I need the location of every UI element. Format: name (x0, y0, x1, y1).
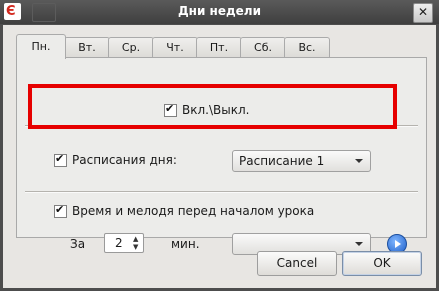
ok-button[interactable]: OK (342, 251, 422, 276)
schedule-checkbox[interactable] (54, 152, 67, 167)
highlight-frame (28, 84, 397, 129)
dialog-window: Є Дни недели ✕ Пн. Вт. Ср. Чт. Пт. Сб. В… (0, 0, 439, 291)
close-button[interactable]: ✕ (413, 3, 433, 23)
close-icon: ✕ (417, 5, 429, 19)
minutes-value: 2 (115, 236, 123, 250)
tab-wednesday[interactable]: Ср. (108, 37, 154, 58)
window-title: Дни недели (177, 4, 262, 18)
spin-down-icon[interactable]: ▼ (133, 243, 141, 251)
ok-label: OK (373, 256, 391, 270)
spin-up-icon[interactable]: ▲ (133, 235, 141, 243)
tab-tuesday[interactable]: Вт. (64, 37, 110, 58)
schedule-label: Расписания дня: (72, 153, 177, 167)
minutes-prefix: За (70, 237, 86, 251)
tab-friday[interactable]: Пт. (196, 37, 242, 58)
cancel-button[interactable]: Cancel (257, 251, 337, 276)
schedule-select[interactable]: Расписание 1 (232, 150, 371, 172)
tab-saturday[interactable]: Сб. (240, 37, 286, 58)
cancel-label: Cancel (276, 256, 318, 270)
chevron-down-icon (355, 159, 363, 163)
title-bar[interactable]: Є Дни недели ✕ (0, 0, 439, 24)
tab-monday[interactable]: Пн. (16, 34, 66, 59)
melody-checkbox[interactable] (54, 203, 67, 218)
dialog-client-area: Пн. Вт. Ср. Чт. Пт. Сб. Вс. Вкл.\Выкл. Р… (3, 25, 436, 288)
chevron-down-icon (355, 242, 363, 246)
minutes-spinbox[interactable]: 2 ▲ ▼ (104, 233, 144, 253)
melody-label: Время и мелодя перед началом урока (72, 204, 315, 218)
schedule-select-value: Расписание 1 (239, 154, 325, 168)
tab-thursday[interactable]: Чт. (152, 37, 198, 58)
minutes-suffix: мин. (171, 237, 200, 251)
tab-sunday[interactable]: Вс. (284, 37, 330, 58)
divider-middle (25, 191, 418, 193)
